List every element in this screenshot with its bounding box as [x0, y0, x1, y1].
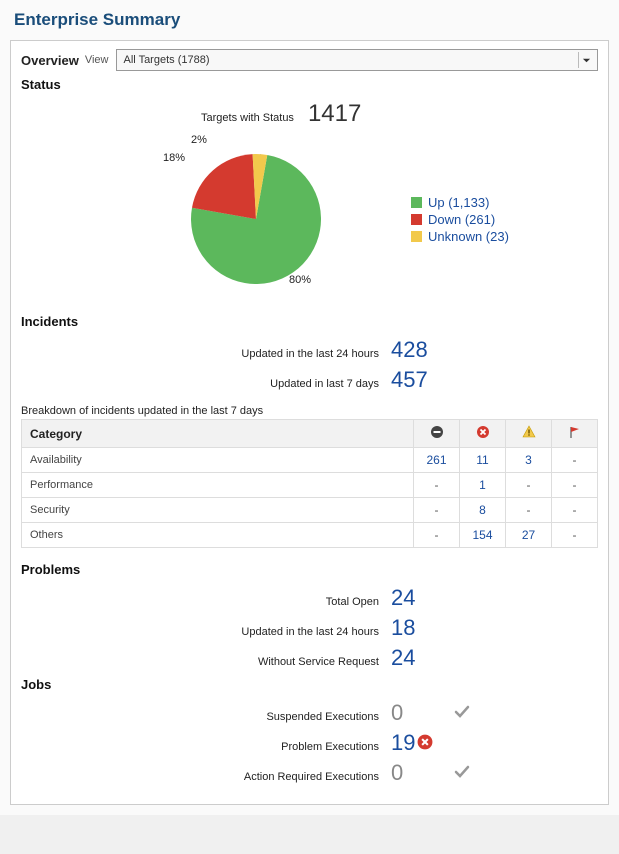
cell-flag: -	[552, 448, 598, 473]
col-warning[interactable]	[506, 420, 552, 448]
targets-with-status-value: 1417	[308, 100, 361, 128]
chevron-down-icon	[578, 52, 594, 68]
pie-chart: 80% 18% 2%	[151, 134, 381, 304]
pie-pct-down: 18%	[163, 152, 185, 164]
incidents-heading: Incidents	[21, 314, 598, 329]
cell-warning: -	[506, 498, 552, 523]
cell-flag: -	[552, 498, 598, 523]
problems-total-open: Total Open 24	[21, 585, 598, 611]
jobs-problem-value[interactable]: 19	[391, 730, 415, 756]
pie-slice-down[interactable]	[192, 154, 256, 219]
flag-icon	[568, 425, 582, 439]
incidents-updated-24h-label: Updated in the last 24 hours	[21, 348, 391, 360]
swatch-unknown-icon	[411, 231, 422, 242]
incidents-updated-7d: Updated in last 7 days 457	[21, 367, 598, 393]
pie-legend: Up (1,133) Down (261) Unknown (23)	[411, 193, 509, 246]
incidents-updated-7d-label: Updated in last 7 days	[21, 378, 391, 390]
legend-down[interactable]: Down (261)	[411, 212, 509, 227]
pie-pct-up: 80%	[289, 274, 311, 286]
cell-fatal[interactable]: 11	[460, 448, 506, 473]
table-header-row: Category	[22, 420, 598, 448]
pie-svg	[191, 154, 321, 284]
problems-without-sr: Without Service Request 24	[21, 645, 598, 671]
col-flag[interactable]	[552, 420, 598, 448]
view-select[interactable]: All Targets (1788)	[116, 49, 598, 71]
incidents-updated-24h-value[interactable]: 428	[391, 337, 451, 363]
cell-warning[interactable]: 27	[506, 523, 552, 548]
problems-total-open-label: Total Open	[21, 596, 391, 608]
problems-total-open-value[interactable]: 24	[391, 585, 451, 611]
problems-updated-24h-label: Updated in the last 24 hours	[21, 626, 391, 638]
cell-fatal[interactable]: 154	[460, 523, 506, 548]
status-header: Targets with Status 1417	[201, 100, 598, 128]
col-blackout[interactable]	[414, 420, 460, 448]
cell-category: Security	[22, 498, 414, 523]
legend-unknown-label: Unknown (23)	[428, 229, 509, 244]
incidents-updated-24h: Updated in the last 24 hours 428	[21, 337, 598, 363]
legend-unknown[interactable]: Unknown (23)	[411, 229, 509, 244]
error-icon	[417, 734, 433, 750]
page-title: Enterprise Summary	[14, 10, 609, 30]
pie-chart-area: 80% 18% 2% Up (1,133) Down (261) Unknown…	[21, 134, 598, 304]
breakdown-caption: Breakdown of incidents updated in the la…	[21, 405, 598, 417]
cell-fatal[interactable]: 1	[460, 473, 506, 498]
check-icon	[453, 702, 471, 720]
cell-category: Availability	[22, 448, 414, 473]
overview-row: Overview View All Targets (1788)	[21, 49, 598, 71]
targets-with-status-label: Targets with Status	[201, 112, 294, 124]
table-row: Security-8--	[22, 498, 598, 523]
jobs-suspended-value[interactable]: 0	[391, 700, 451, 726]
jobs-suspended: Suspended Executions 0	[21, 700, 598, 726]
error-icon	[476, 425, 490, 439]
view-select-value: All Targets (1788)	[123, 54, 209, 66]
table-row: Availability261113-	[22, 448, 598, 473]
problems-updated-24h-value[interactable]: 18	[391, 615, 451, 641]
jobs-action-required-label: Action Required Executions	[21, 771, 391, 783]
blackout-icon	[430, 425, 444, 439]
cell-blackout: -	[414, 498, 460, 523]
swatch-down-icon	[411, 214, 422, 225]
problems-without-sr-value[interactable]: 24	[391, 645, 451, 671]
check-icon	[453, 762, 471, 780]
jobs-suspended-label: Suspended Executions	[21, 711, 391, 723]
legend-down-label: Down (261)	[428, 212, 495, 227]
summary-panel: Overview View All Targets (1788) Status …	[10, 40, 609, 805]
view-label: View	[85, 54, 109, 66]
col-category[interactable]: Category	[22, 420, 414, 448]
jobs-action-required: Action Required Executions 0	[21, 760, 598, 786]
cell-category: Performance	[22, 473, 414, 498]
cell-category: Others	[22, 523, 414, 548]
cell-flag: -	[552, 523, 598, 548]
problems-without-sr-label: Without Service Request	[21, 656, 391, 668]
cell-fatal[interactable]: 8	[460, 498, 506, 523]
cell-warning[interactable]: 3	[506, 448, 552, 473]
page: Enterprise Summary Overview View All Tar…	[0, 0, 619, 815]
pie-pct-unknown: 2%	[191, 134, 207, 146]
cell-blackout: -	[414, 523, 460, 548]
warning-icon	[522, 425, 536, 439]
cell-flag: -	[552, 473, 598, 498]
problems-heading: Problems	[21, 562, 598, 577]
problems-updated-24h: Updated in the last 24 hours 18	[21, 615, 598, 641]
cell-blackout: -	[414, 473, 460, 498]
cell-warning: -	[506, 473, 552, 498]
status-heading: Status	[21, 77, 598, 92]
table-row: Others-15427-	[22, 523, 598, 548]
legend-up-label: Up (1,133)	[428, 195, 489, 210]
incidents-breakdown-table: Category	[21, 419, 598, 548]
col-fatal[interactable]	[460, 420, 506, 448]
cell-blackout[interactable]: 261	[414, 448, 460, 473]
overview-label: Overview	[21, 53, 79, 68]
jobs-heading: Jobs	[21, 677, 598, 692]
jobs-action-required-value[interactable]: 0	[391, 760, 451, 786]
jobs-problem: Problem Executions 19	[21, 730, 598, 756]
jobs-problem-label: Problem Executions	[21, 741, 391, 753]
incidents-updated-7d-value[interactable]: 457	[391, 367, 451, 393]
legend-up[interactable]: Up (1,133)	[411, 195, 509, 210]
swatch-up-icon	[411, 197, 422, 208]
table-row: Performance-1--	[22, 473, 598, 498]
